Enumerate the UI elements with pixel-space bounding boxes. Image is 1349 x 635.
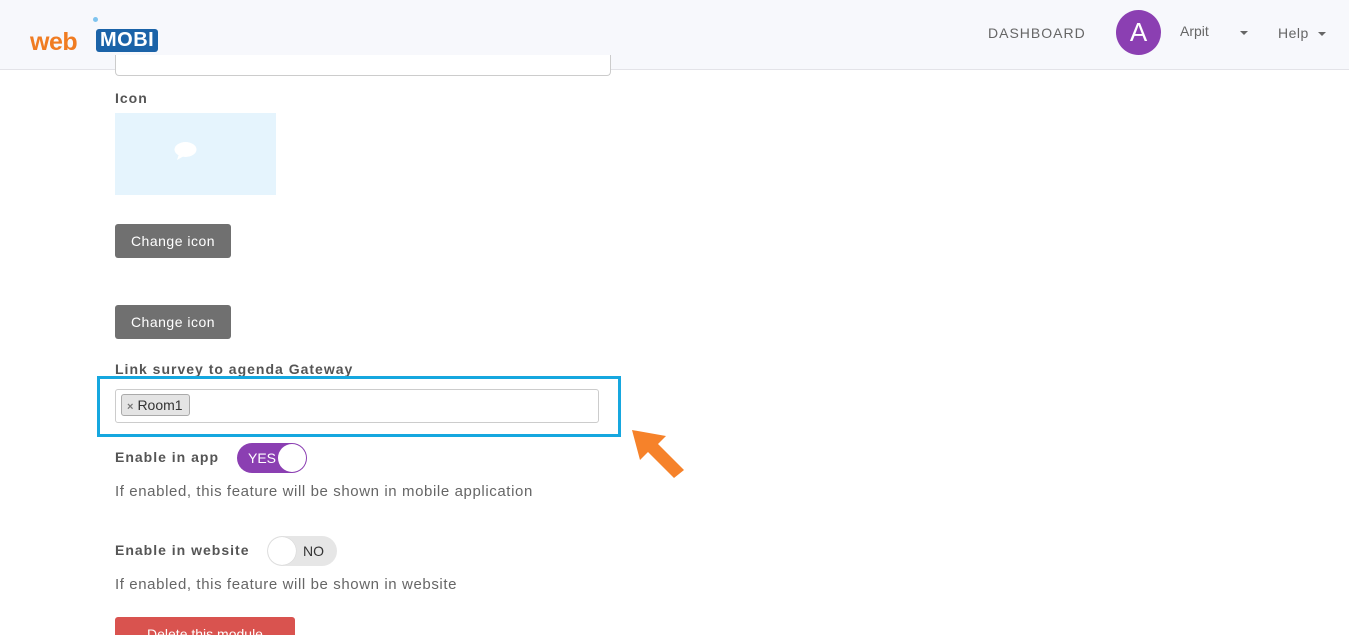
nav-dashboard-link[interactable]: DASHBOARD xyxy=(988,25,1086,41)
enable-in-app-label: Enable in app xyxy=(115,449,220,465)
delete-module-button[interactable]: Delete this module xyxy=(115,617,295,635)
toggle-knob xyxy=(268,537,296,565)
toggle-no-text: NO xyxy=(303,543,324,559)
text-input-partial[interactable] xyxy=(115,55,611,76)
help-caret-down-icon[interactable] xyxy=(1318,32,1326,36)
logo-mobi-text: MOBI xyxy=(96,29,159,52)
chat-bubble-icon xyxy=(174,142,197,160)
toggle-yes-text: YES xyxy=(248,450,277,466)
tag-room1: × Room1 xyxy=(121,394,190,416)
change-icon-button[interactable]: Change icon xyxy=(115,224,231,258)
logo-web-text: web xyxy=(30,28,78,56)
enable-app-help-text: If enabled, this feature will be shown i… xyxy=(115,483,533,500)
icon-label: Icon xyxy=(115,90,148,106)
orange-arrow-icon xyxy=(632,430,684,478)
help-dropdown[interactable]: Help xyxy=(1278,25,1309,41)
user-name-dropdown[interactable]: Arpit xyxy=(1180,23,1209,39)
icon-preview xyxy=(115,113,276,195)
enable-website-help-text: If enabled, this feature will be shown i… xyxy=(115,576,458,593)
tag-remove-icon[interactable]: × xyxy=(127,397,133,417)
change-icon-button-secondary[interactable]: Change icon xyxy=(115,305,231,339)
enable-in-website-label: Enable in website xyxy=(115,542,250,558)
user-avatar[interactable]: A xyxy=(1116,10,1161,55)
toggle-knob xyxy=(278,444,306,472)
enable-app-toggle[interactable]: YES xyxy=(237,443,307,473)
agenda-tag-input[interactable]: × Room1 xyxy=(115,389,599,423)
link-survey-label: Link survey to agenda Gateway xyxy=(115,361,354,377)
tag-label: Room1 xyxy=(137,397,183,413)
user-caret-down-icon[interactable] xyxy=(1240,31,1248,35)
logo-dot xyxy=(93,17,98,22)
enable-website-toggle[interactable]: NO xyxy=(267,536,337,566)
